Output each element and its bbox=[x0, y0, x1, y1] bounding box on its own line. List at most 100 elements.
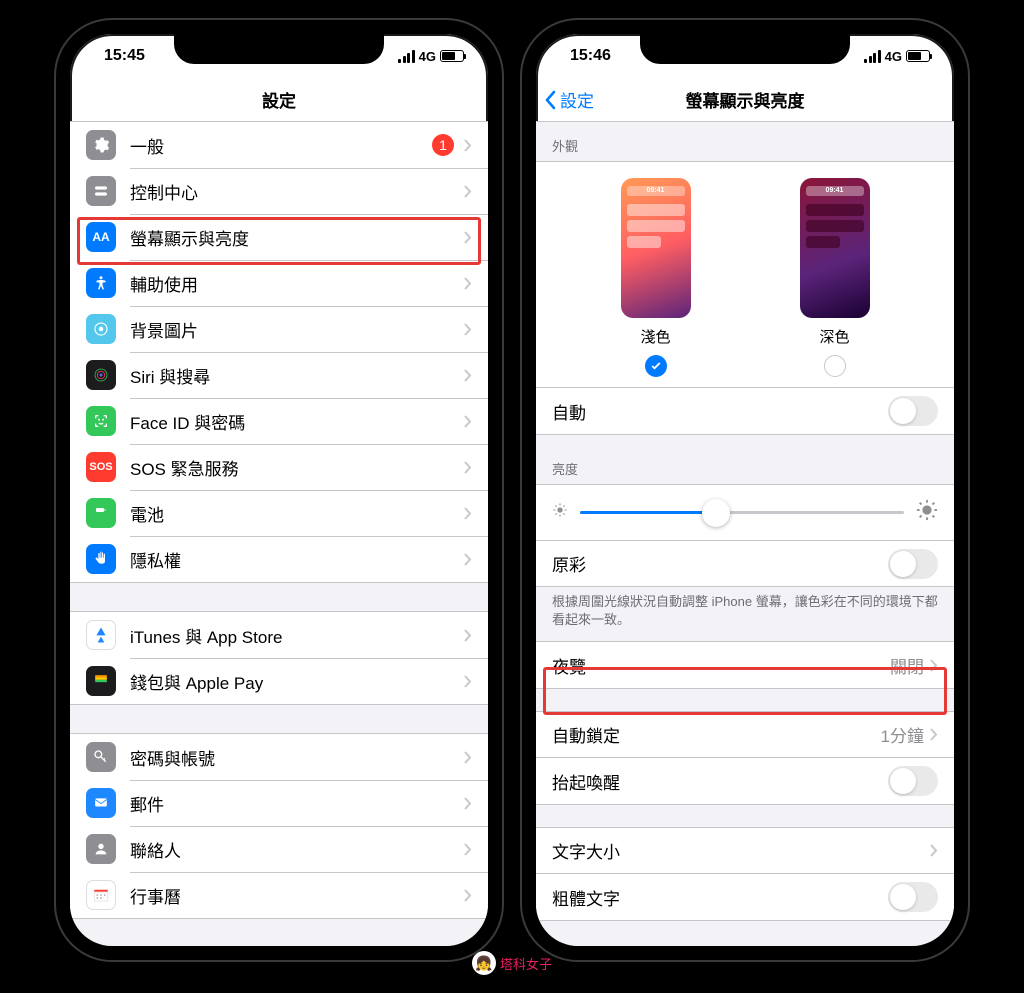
row-label: Siri 與搜尋 bbox=[130, 363, 464, 388]
chevron-right-icon bbox=[464, 323, 472, 336]
chevron-right-icon bbox=[464, 277, 472, 290]
row-label: 文字大小 bbox=[552, 838, 930, 863]
mail-icon bbox=[86, 788, 116, 818]
row-calendar[interactable]: 行事曆 bbox=[70, 872, 488, 918]
chevron-right-icon bbox=[464, 553, 472, 566]
row-label: 郵件 bbox=[130, 791, 464, 816]
battery-icon bbox=[86, 498, 116, 528]
row-faceid[interactable]: Face ID 與密碼 bbox=[70, 398, 488, 444]
row-mail[interactable]: 郵件 bbox=[70, 780, 488, 826]
row-label: 聯絡人 bbox=[130, 837, 464, 862]
section-header-brightness: 亮度 bbox=[536, 453, 954, 484]
row-label: 電池 bbox=[130, 501, 464, 526]
row-label: 原彩 bbox=[552, 551, 888, 576]
row-privacy[interactable]: 隱私權 bbox=[70, 536, 488, 582]
status-time: 15:46 bbox=[570, 47, 611, 65]
chevron-right-icon bbox=[464, 889, 472, 902]
row-sos[interactable]: SOS SOS 緊急服務 bbox=[70, 444, 488, 490]
row-raise-to-wake[interactable]: 抬起喚醒 bbox=[536, 758, 954, 804]
sos-icon: SOS bbox=[86, 452, 116, 482]
back-label: 設定 bbox=[560, 87, 594, 112]
row-label: 抬起喚醒 bbox=[552, 769, 888, 794]
signal-icon bbox=[864, 50, 881, 63]
faceid-icon bbox=[86, 406, 116, 436]
row-general[interactable]: 一般 1 bbox=[70, 122, 488, 168]
row-label: 控制中心 bbox=[130, 179, 464, 204]
battery-icon bbox=[440, 50, 464, 62]
nav-bar: 設定 bbox=[70, 78, 488, 122]
chevron-right-icon bbox=[464, 629, 472, 642]
display-settings-list[interactable]: 外觀 淺色 深色 自動 亮度 bbox=[536, 122, 954, 946]
row-label: 錢包與 Apple Pay bbox=[130, 669, 464, 694]
row-battery[interactable]: 電池 bbox=[70, 490, 488, 536]
watermark-icon: 👧 bbox=[472, 951, 496, 975]
chevron-right-icon bbox=[464, 751, 472, 764]
row-contacts[interactable]: 聯絡人 bbox=[70, 826, 488, 872]
chevron-right-icon bbox=[930, 844, 938, 857]
sun-large-icon bbox=[916, 499, 938, 526]
row-wallet[interactable]: 錢包與 Apple Pay bbox=[70, 658, 488, 704]
row-true-tone[interactable]: 原彩 bbox=[536, 541, 954, 587]
contacts-icon bbox=[86, 834, 116, 864]
row-label: 行事曆 bbox=[130, 883, 464, 908]
chevron-right-icon bbox=[464, 415, 472, 428]
row-label: 輔助使用 bbox=[130, 271, 464, 296]
brightness-slider[interactable] bbox=[580, 511, 904, 514]
chevron-right-icon bbox=[464, 507, 472, 520]
toggle-off[interactable] bbox=[888, 396, 938, 426]
settings-list[interactable]: 一般 1 控制中心 AA 螢幕顯示與亮度 bbox=[70, 122, 488, 946]
row-label: 螢幕顯示與亮度 bbox=[130, 225, 464, 250]
watermark: 👧 塔科女子 bbox=[472, 951, 552, 975]
appearance-option-dark[interactable]: 深色 bbox=[800, 178, 870, 377]
true-tone-description: 根據周圍光線狀況自動調整 iPhone 螢幕，讓色彩在不同的環境下都看起來一致。 bbox=[536, 587, 954, 641]
row-bold-text[interactable]: 粗體文字 bbox=[536, 874, 954, 920]
phone-settings-main: 15:45 4G 設定 一般 1 控制中心 bbox=[56, 20, 502, 960]
row-label: 密碼與帳號 bbox=[130, 745, 464, 770]
chevron-right-icon bbox=[464, 185, 472, 198]
appearance-option-light[interactable]: 淺色 bbox=[621, 178, 691, 377]
row-auto-appearance[interactable]: 自動 bbox=[536, 388, 954, 434]
row-label: 夜覽 bbox=[552, 653, 890, 678]
watermark-text: 塔科女子 bbox=[500, 954, 552, 973]
row-wallpaper[interactable]: 背景圖片 bbox=[70, 306, 488, 352]
siri-icon bbox=[86, 360, 116, 390]
wallpaper-icon bbox=[86, 314, 116, 344]
row-label: iTunes 與 App Store bbox=[130, 623, 464, 648]
row-accessibility[interactable]: 輔助使用 bbox=[70, 260, 488, 306]
row-siri[interactable]: Siri 與搜尋 bbox=[70, 352, 488, 398]
gear-icon bbox=[86, 130, 116, 160]
light-label: 淺色 bbox=[621, 326, 691, 347]
nav-bar: 設定 螢幕顯示與亮度 bbox=[536, 78, 954, 122]
row-label: 粗體文字 bbox=[552, 885, 888, 910]
row-label: 背景圖片 bbox=[130, 317, 464, 342]
network-label: 4G bbox=[885, 49, 902, 64]
radio-checked-icon bbox=[645, 355, 667, 377]
toggle-off[interactable] bbox=[888, 549, 938, 579]
light-preview bbox=[621, 178, 691, 318]
battery-icon bbox=[906, 50, 930, 62]
row-value: 關閉 bbox=[890, 653, 924, 678]
row-passwords[interactable]: 密碼與帳號 bbox=[70, 734, 488, 780]
row-control-center[interactable]: 控制中心 bbox=[70, 168, 488, 214]
row-itunes[interactable]: iTunes 與 App Store bbox=[70, 612, 488, 658]
toggle-off[interactable] bbox=[888, 766, 938, 796]
toggle-off[interactable] bbox=[888, 882, 938, 912]
calendar-icon bbox=[86, 880, 116, 910]
hand-icon bbox=[86, 544, 116, 574]
wallet-icon bbox=[86, 666, 116, 696]
page-title: 設定 bbox=[262, 87, 296, 112]
row-label: 隱私權 bbox=[130, 547, 464, 572]
chevron-right-icon bbox=[464, 797, 472, 810]
chevron-right-icon bbox=[464, 369, 472, 382]
radio-unchecked-icon bbox=[824, 355, 846, 377]
dark-preview bbox=[800, 178, 870, 318]
text-size-icon: AA bbox=[86, 222, 116, 252]
row-auto-lock[interactable]: 自動鎖定 1分鐘 bbox=[536, 712, 954, 758]
row-label: 自動鎖定 bbox=[552, 722, 881, 747]
phone-display-settings: 15:46 4G 設定 螢幕顯示與亮度 外觀 淺色 深色 bbox=[522, 20, 968, 960]
row-text-size[interactable]: 文字大小 bbox=[536, 828, 954, 874]
row-night-shift[interactable]: 夜覽 關閉 bbox=[536, 642, 954, 688]
appstore-icon bbox=[86, 620, 116, 650]
row-display-brightness[interactable]: AA 螢幕顯示與亮度 bbox=[70, 214, 488, 260]
back-button[interactable]: 設定 bbox=[544, 87, 594, 112]
